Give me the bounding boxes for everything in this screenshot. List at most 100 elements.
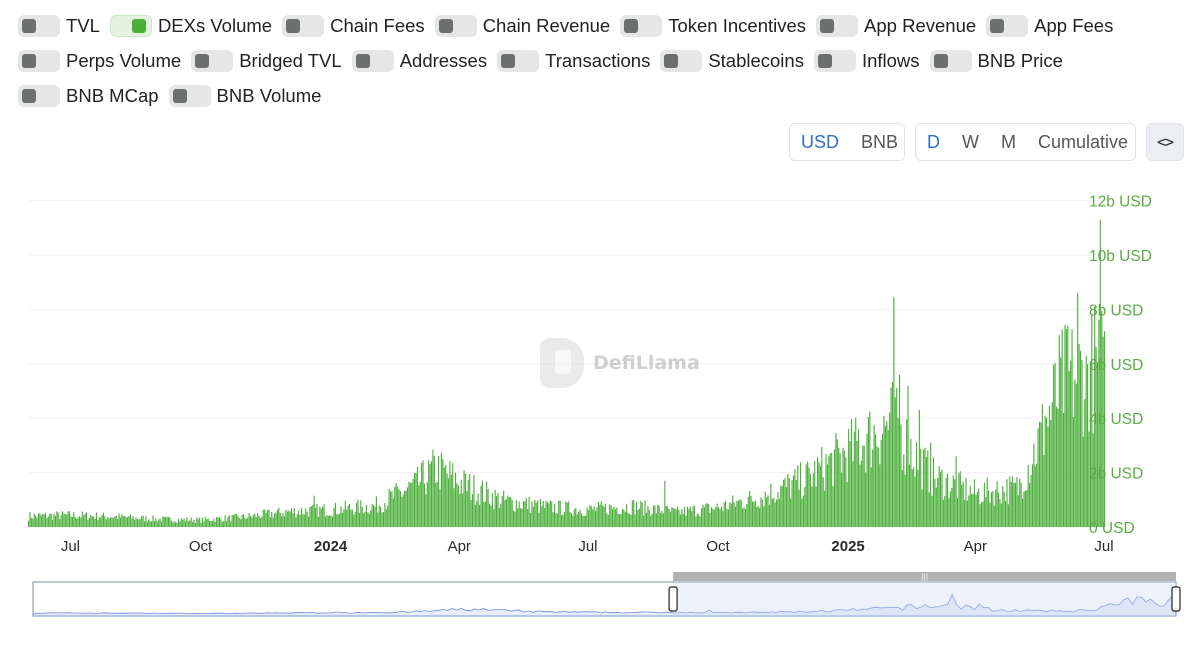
toggle-app-fees[interactable]: App Fees — [986, 14, 1113, 38]
brush-left-handle[interactable] — [668, 586, 678, 612]
toggle-switch[interactable] — [813, 50, 856, 72]
toggle-tvl[interactable]: TVL — [18, 14, 100, 38]
volume-bar — [822, 477, 824, 527]
toggle-switch[interactable] — [497, 50, 540, 72]
volume-bar — [893, 297, 895, 527]
volume-bar — [305, 508, 307, 527]
volume-bar — [587, 510, 590, 527]
volume-bar — [691, 511, 693, 527]
volume-bar — [159, 518, 161, 527]
dex-volume-chart: 0 USD 2b USD 4b USD 6b USD 8b USD 10b USD 12b … — [28, 194, 1181, 617]
volume-bar — [927, 450, 929, 527]
volume-bar — [456, 483, 458, 527]
volume-bar — [165, 516, 167, 527]
volume-bar — [112, 518, 114, 527]
toggle-switch[interactable] — [986, 15, 1029, 37]
toggle-switch[interactable] — [109, 15, 152, 37]
toggle-bridged-tvl[interactable]: Bridged TVL — [191, 49, 342, 73]
toggle-switch[interactable] — [18, 15, 60, 37]
volume-bar — [169, 517, 171, 527]
volume-bar — [973, 479, 976, 527]
brush-right-handle[interactable] — [1171, 586, 1181, 612]
toggle-token-incentives[interactable]: Token Incentives — [620, 14, 806, 38]
volume-bar — [257, 513, 259, 527]
toggle-chain-revenue[interactable]: Chain Revenue — [434, 14, 610, 38]
volume-bar — [179, 521, 181, 527]
currency-bnb-button[interactable]: BNB — [850, 124, 909, 160]
toggle-switch[interactable] — [620, 15, 663, 37]
toggle-switch[interactable] — [351, 50, 394, 72]
volume-bar — [654, 505, 656, 527]
toggle-knob — [990, 19, 1005, 33]
volume-bar — [70, 516, 72, 527]
volume-bar — [364, 511, 366, 527]
volume-bar — [583, 516, 585, 527]
volume-bar — [203, 521, 205, 527]
volume-bar — [118, 513, 120, 527]
embed-code-button[interactable]: <> — [1146, 123, 1184, 161]
volume-bar — [889, 412, 891, 527]
currency-usd-button[interactable]: USD — [790, 124, 850, 160]
toggle-switch[interactable] — [168, 85, 211, 107]
volume-bar — [733, 502, 735, 527]
toggle-transactions[interactable]: Transactions — [497, 49, 650, 73]
toggle-bnb-volume[interactable]: BNB Volume — [168, 84, 321, 108]
volume-bar — [57, 512, 59, 527]
period-monthly-button[interactable]: M — [990, 124, 1027, 160]
toggle-switch[interactable] — [18, 85, 60, 107]
toggle-switch[interactable] — [434, 15, 477, 37]
volume-bar — [221, 521, 223, 527]
volume-bar — [1005, 501, 1007, 527]
volume-bar — [917, 469, 919, 527]
volume-bar — [496, 495, 498, 527]
volume-bar — [290, 508, 293, 527]
volume-bar — [1023, 491, 1025, 527]
toggle-dexs-volume[interactable]: DEXs Volume — [109, 14, 272, 38]
volume-bar — [69, 511, 71, 527]
volume-bar — [900, 424, 902, 527]
period-daily-button[interactable]: D — [916, 124, 951, 160]
volume-bar — [481, 480, 483, 527]
toggle-switch[interactable] — [282, 15, 325, 37]
toggle-stablecoins[interactable]: Stablecoins — [660, 49, 804, 73]
toggle-switch[interactable] — [816, 15, 859, 37]
volume-bar — [839, 453, 841, 527]
volume-bar — [470, 499, 472, 527]
toggle-label: BNB MCap — [66, 85, 159, 106]
volume-bar — [254, 513, 256, 527]
volume-bar — [114, 516, 116, 527]
toggle-addresses[interactable]: Addresses — [351, 49, 487, 73]
volume-bar — [436, 481, 438, 527]
period-cumulative-button[interactable]: Cumulative — [1027, 124, 1139, 160]
volume-bar — [262, 509, 264, 527]
volume-bar — [771, 498, 773, 527]
volume-bar — [415, 473, 417, 527]
toggle-perps-volume[interactable]: Perps Volume — [18, 49, 181, 73]
volume-bar — [818, 462, 820, 527]
volume-bar — [173, 521, 175, 527]
volume-bar — [348, 503, 351, 527]
volume-bar — [433, 456, 435, 527]
volume-bar — [333, 507, 335, 527]
volume-bar — [508, 497, 510, 527]
volume-bar — [1043, 454, 1045, 527]
toggle-switch[interactable] — [929, 50, 972, 72]
toggle-knob — [664, 54, 679, 68]
volume-bar — [392, 498, 394, 527]
volume-bar — [180, 518, 182, 527]
volume-bar — [976, 491, 978, 527]
volume-bar — [282, 512, 284, 527]
volume-bar — [117, 519, 119, 527]
toggle-bnb-price[interactable]: BNB Price — [929, 49, 1063, 73]
toggle-app-revenue[interactable]: App Revenue — [816, 14, 976, 38]
period-weekly-button[interactable]: W — [951, 124, 990, 160]
volume-bar — [908, 464, 911, 527]
volume-bar — [1044, 415, 1046, 527]
toggle-switch[interactable] — [660, 50, 703, 72]
toggle-chain-fees[interactable]: Chain Fees — [282, 14, 425, 38]
toggle-switch[interactable] — [191, 50, 234, 72]
toggle-switch[interactable] — [18, 50, 60, 72]
toggle-inflows[interactable]: Inflows — [813, 49, 920, 73]
volume-bar — [674, 508, 676, 527]
toggle-bnb-mcap[interactable]: BNB MCap — [18, 84, 159, 108]
